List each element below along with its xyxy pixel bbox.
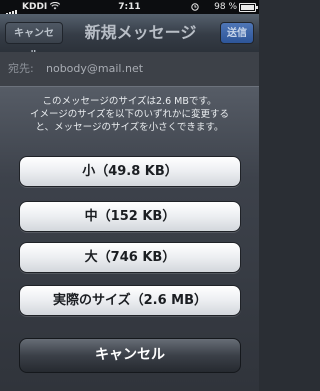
size-small-button[interactable]: 小（49.8 KB） [19,156,241,187]
image-size-action-sheet: このメッセージのサイズは2.6 MBです。 イメージのサイズを以下のいずれかに変… [0,86,259,391]
size-medium-button[interactable]: 中（152 KB） [19,201,241,232]
navigation-bar: キャンセル 新規メッセージ 送信 [0,14,259,61]
recipient-label: 宛先: [8,62,34,75]
battery-icon [239,3,258,12]
message-line: このメッセージのサイズは2.6 MBです。 [42,96,217,107]
action-sheet-message: このメッセージのサイズは2.6 MBです。 イメージのサイズを以下のいずれかに変… [6,95,253,134]
cancel-button[interactable]: キャンセル [5,22,63,61]
message-line: と、メッセージのサイズを小さくできます。 [35,122,224,133]
recipient-row[interactable]: 宛先: nobody@mail.net [0,52,259,87]
page-title: 新規メッセージ [84,23,197,42]
size-actual-button[interactable]: 実際のサイズ（2.6 MB） [19,285,241,316]
battery-percentage: 98 % [214,2,237,12]
send-button[interactable]: 送信 [220,22,254,44]
recipient-address[interactable]: nobody@mail.net [46,52,143,86]
size-large-button[interactable]: 大（746 KB） [19,242,241,273]
message-line: イメージのサイズを以下のいずれかに変更する [29,109,230,120]
alarm-clock-icon [191,3,199,11]
status-bar: KDDI 7:11 98 % [0,0,259,17]
sheet-cancel-button[interactable]: キャンセル [19,338,241,373]
